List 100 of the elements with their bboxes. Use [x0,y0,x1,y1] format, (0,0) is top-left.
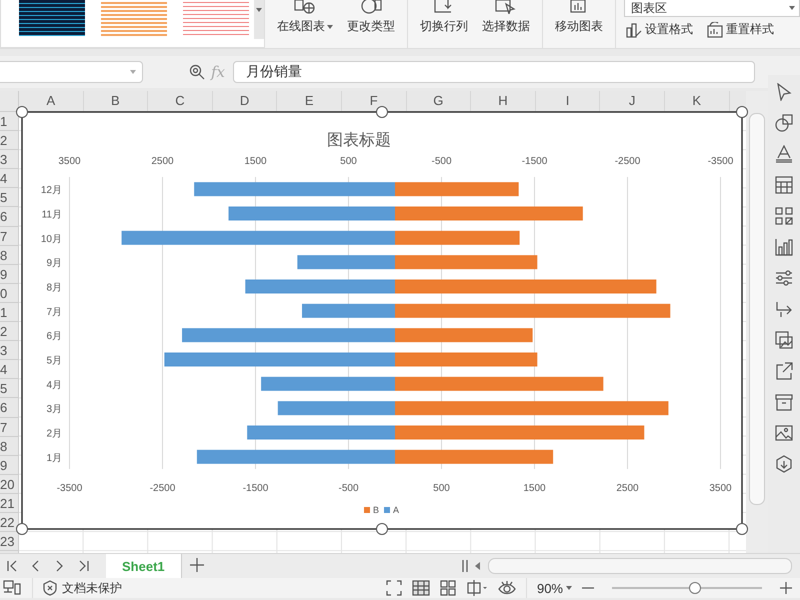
protection-status[interactable]: 文档未保护 [62,580,122,596]
axis-tick-label: 500 [433,483,450,494]
axis-tick-label: -3500 [56,483,82,494]
caret-icon [789,6,795,10]
fullscreen-icon [386,580,402,596]
row-header[interactable]: 2 [0,324,8,340]
shapes-icon[interactable] [775,114,793,132]
gallery-scroll-button[interactable] [254,0,264,39]
row-header[interactable]: 5 [0,381,8,396]
secondary-axis-label: -2500 [614,156,640,167]
page-break-icon [440,580,456,596]
eye-icon [498,580,516,596]
status-network-icon [2,580,22,596]
row-header[interactable]: 4 [0,362,8,378]
reset-style-icon [707,22,723,38]
zoom-slider-thumb[interactable] [688,582,700,594]
row-header[interactable]: 23 [0,534,14,550]
grid-view-icon [412,580,430,596]
caret-icon [130,70,136,74]
image-frame-icon[interactable] [775,331,793,349]
axis-tick-label: -1500 [242,483,268,494]
row-header[interactable]: 7 [0,420,8,434]
image-icon[interactable] [775,424,793,442]
zoom-level[interactable]: 90% [536,580,563,596]
sheet-tab[interactable]: Sheet1 [106,554,182,578]
ribbon-button[interactable]: 在线图表 [275,0,335,35]
table-icon[interactable] [775,176,793,194]
share-icon[interactable] [775,362,793,380]
secondary-axis-label: 500 [340,156,357,167]
chart-style-thumbnail[interactable] [101,0,167,36]
ribbon-button[interactable]: 选择数据 [480,0,532,35]
sheet-nav-arrow-icon [6,560,18,572]
row-header[interactable]: 22 [0,514,14,530]
row-header[interactable]: 21 [0,496,14,511]
row-header[interactable]: 6 [0,400,8,416]
row-header[interactable]: 3 [0,343,8,358]
axis-tick-label: -500 [338,483,358,494]
row-header[interactable]: 1 [0,304,8,320]
row-header[interactable]: 20 [0,476,14,492]
horizontal-scrollbar[interactable] [488,558,792,574]
cursor-icon[interactable] [776,83,792,101]
category-label: 1月 [46,452,62,464]
row-header[interactable]: 3 [0,152,8,168]
row-header[interactable]: 0 [0,286,8,301]
ribbon-button[interactable]: 移动图表 [553,0,605,35]
scroll-thumb[interactable] [749,113,765,505]
row-header[interactable]: 2 [0,133,8,148]
row-header[interactable]: 1 [0,114,8,129]
chart-style-thumbnail[interactable] [19,0,85,36]
sheet-nav-arrow-icon [78,560,90,572]
plus-icon [780,582,792,594]
axis-tick-label: 1500 [523,483,546,494]
category-label: 2月 [46,428,62,440]
archive-icon[interactable] [775,393,793,411]
swap-icon[interactable] [775,300,793,318]
category-label: 8月 [46,282,62,294]
category-label: 4月 [46,380,62,391]
row-header[interactable]: 9 [0,266,8,282]
chart-globe-icon [293,0,317,14]
legend-label: A [393,505,400,515]
category-label: 3月 [46,404,62,416]
row-header[interactable]: 8 [0,438,8,454]
secondary-axis-label: 1500 [244,156,267,167]
ribbon-button[interactable]: 切换行列 [418,0,470,35]
category-label: 7月 [46,306,62,318]
widgets-icon[interactable] [775,207,793,225]
ribbon-button[interactable]: 更改类型 [345,0,397,35]
sliders-icon[interactable] [775,269,793,287]
axis-tick-label: 2500 [616,483,639,494]
zoom-icon [189,64,205,80]
plus-icon [190,558,204,572]
row-header[interactable]: 8 [0,248,8,263]
axis-tick-label: -2500 [150,483,176,494]
secondary-axis-label: 3500 [58,156,81,167]
row-header[interactable]: 7 [0,228,8,244]
row-header[interactable]: 9 [0,458,8,473]
splitter-icon [462,560,468,572]
text-style-icon[interactable] [775,145,793,163]
formula-field[interactable]: 月份销量 [233,61,756,83]
category-label: 12月 [40,185,62,196]
category-label: 11月 [42,210,62,220]
caret-icon [256,8,262,12]
caret-icon [566,586,572,590]
shield-x-icon [43,580,57,596]
hexagon-icon[interactable] [775,455,793,473]
category-label: 9月 [46,258,62,270]
row-header[interactable]: 5 [0,190,8,206]
category-label: 6月 [46,331,62,342]
ribbon-button[interactable]: 重置样式 [705,21,776,38]
ribbon-button[interactable]: 设置格式 [624,21,695,38]
legend-label: B [373,505,380,515]
category-label: 10月 [40,234,62,245]
chart-title: 图表标题 [327,132,391,149]
chart-element-dropdown[interactable]: 图表区 [624,0,800,17]
secondary-axis-label: -3500 [708,156,734,167]
secondary-axis-label: 2500 [151,156,174,167]
bar-chart-icon[interactable] [775,238,793,256]
category-label: 5月 [46,356,62,366]
row-header[interactable]: 6 [0,209,8,224]
row-header[interactable]: 4 [0,171,8,186]
